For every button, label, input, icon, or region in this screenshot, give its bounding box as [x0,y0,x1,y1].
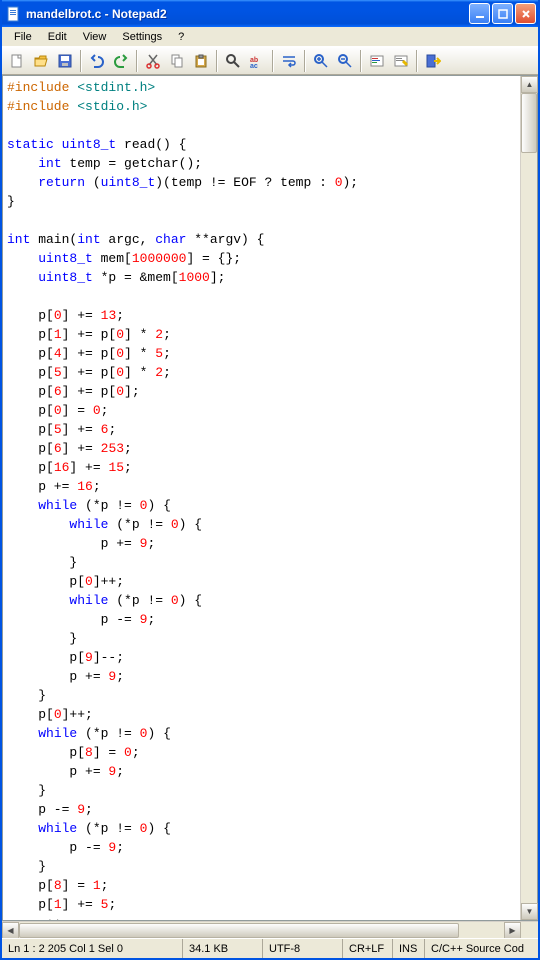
menu-settings[interactable]: Settings [114,29,170,45]
find-icon[interactable] [222,50,244,72]
menu-view[interactable]: View [75,29,115,45]
vertical-scrollbar[interactable]: ▲ ▼ [520,76,537,920]
scroll-right-icon[interactable]: ▶ [504,922,521,939]
zoomout-icon[interactable] [334,50,356,72]
horizontal-scrollbar[interactable]: ◀ ▶ [2,921,538,938]
close-button[interactable] [515,3,536,24]
window-title: mandelbrot.c - Notepad2 [26,7,469,21]
scheme-icon[interactable] [366,50,388,72]
scroll-track-h[interactable] [459,922,504,938]
status-position[interactable]: Ln 1 : 2 205 Col 1 Sel 0 [2,939,182,958]
toolbar-separator [360,50,362,72]
toolbar-separator [304,50,306,72]
titlebar[interactable]: mandelbrot.c - Notepad2 [2,0,538,27]
scheme2-icon[interactable] [390,50,412,72]
toolbar-separator [136,50,138,72]
toolbar-separator [80,50,82,72]
status-filesize[interactable]: 34.1 KB [182,939,262,958]
scroll-up-icon[interactable]: ▲ [521,76,538,93]
toolbar-separator [216,50,218,72]
save-icon[interactable] [54,50,76,72]
cut-icon[interactable] [142,50,164,72]
minimize-button[interactable] [469,3,490,24]
menu-file[interactable]: File [6,29,40,45]
menu-help[interactable]: ? [170,29,192,45]
svg-text:ac: ac [250,63,258,69]
scroll-thumb-h[interactable] [19,923,459,938]
wordwrap-icon[interactable] [278,50,300,72]
scroll-down-icon[interactable]: ▼ [521,903,538,920]
text-editor[interactable]: #include <stdint.h> #include <stdio.h> s… [3,76,520,920]
statusbar: Ln 1 : 2 205 Col 1 Sel 0 34.1 KB UTF-8 C… [2,938,538,958]
replace-icon[interactable]: abac [246,50,268,72]
toolbar-separator [416,50,418,72]
undo-icon[interactable] [86,50,108,72]
editor-area: #include <stdint.h> #include <stdio.h> s… [2,75,538,921]
status-eol[interactable]: CR+LF [342,939,392,958]
open-icon[interactable] [30,50,52,72]
scroll-left-icon[interactable]: ◀ [2,922,19,939]
toolbar-separator [272,50,274,72]
status-ovr[interactable]: INS [392,939,424,958]
app-icon [6,6,22,22]
menu-edit[interactable]: Edit [40,29,75,45]
toolbar: abac [2,47,538,75]
app-window: mandelbrot.c - Notepad2 File Edit View S… [0,0,540,960]
status-lexer[interactable]: C/C++ Source Cod [424,939,538,958]
copy-icon[interactable] [166,50,188,72]
exit-icon[interactable] [422,50,444,72]
zoomin-icon[interactable] [310,50,332,72]
status-encoding[interactable]: UTF-8 [262,939,342,958]
scroll-thumb[interactable] [521,93,537,153]
scroll-track[interactable] [521,153,537,903]
new-icon[interactable] [6,50,28,72]
menubar: File Edit View Settings ? [2,27,538,47]
maximize-button[interactable] [492,3,513,24]
redo-icon[interactable] [110,50,132,72]
paste-icon[interactable] [190,50,212,72]
scrollbar-corner [521,922,538,939]
